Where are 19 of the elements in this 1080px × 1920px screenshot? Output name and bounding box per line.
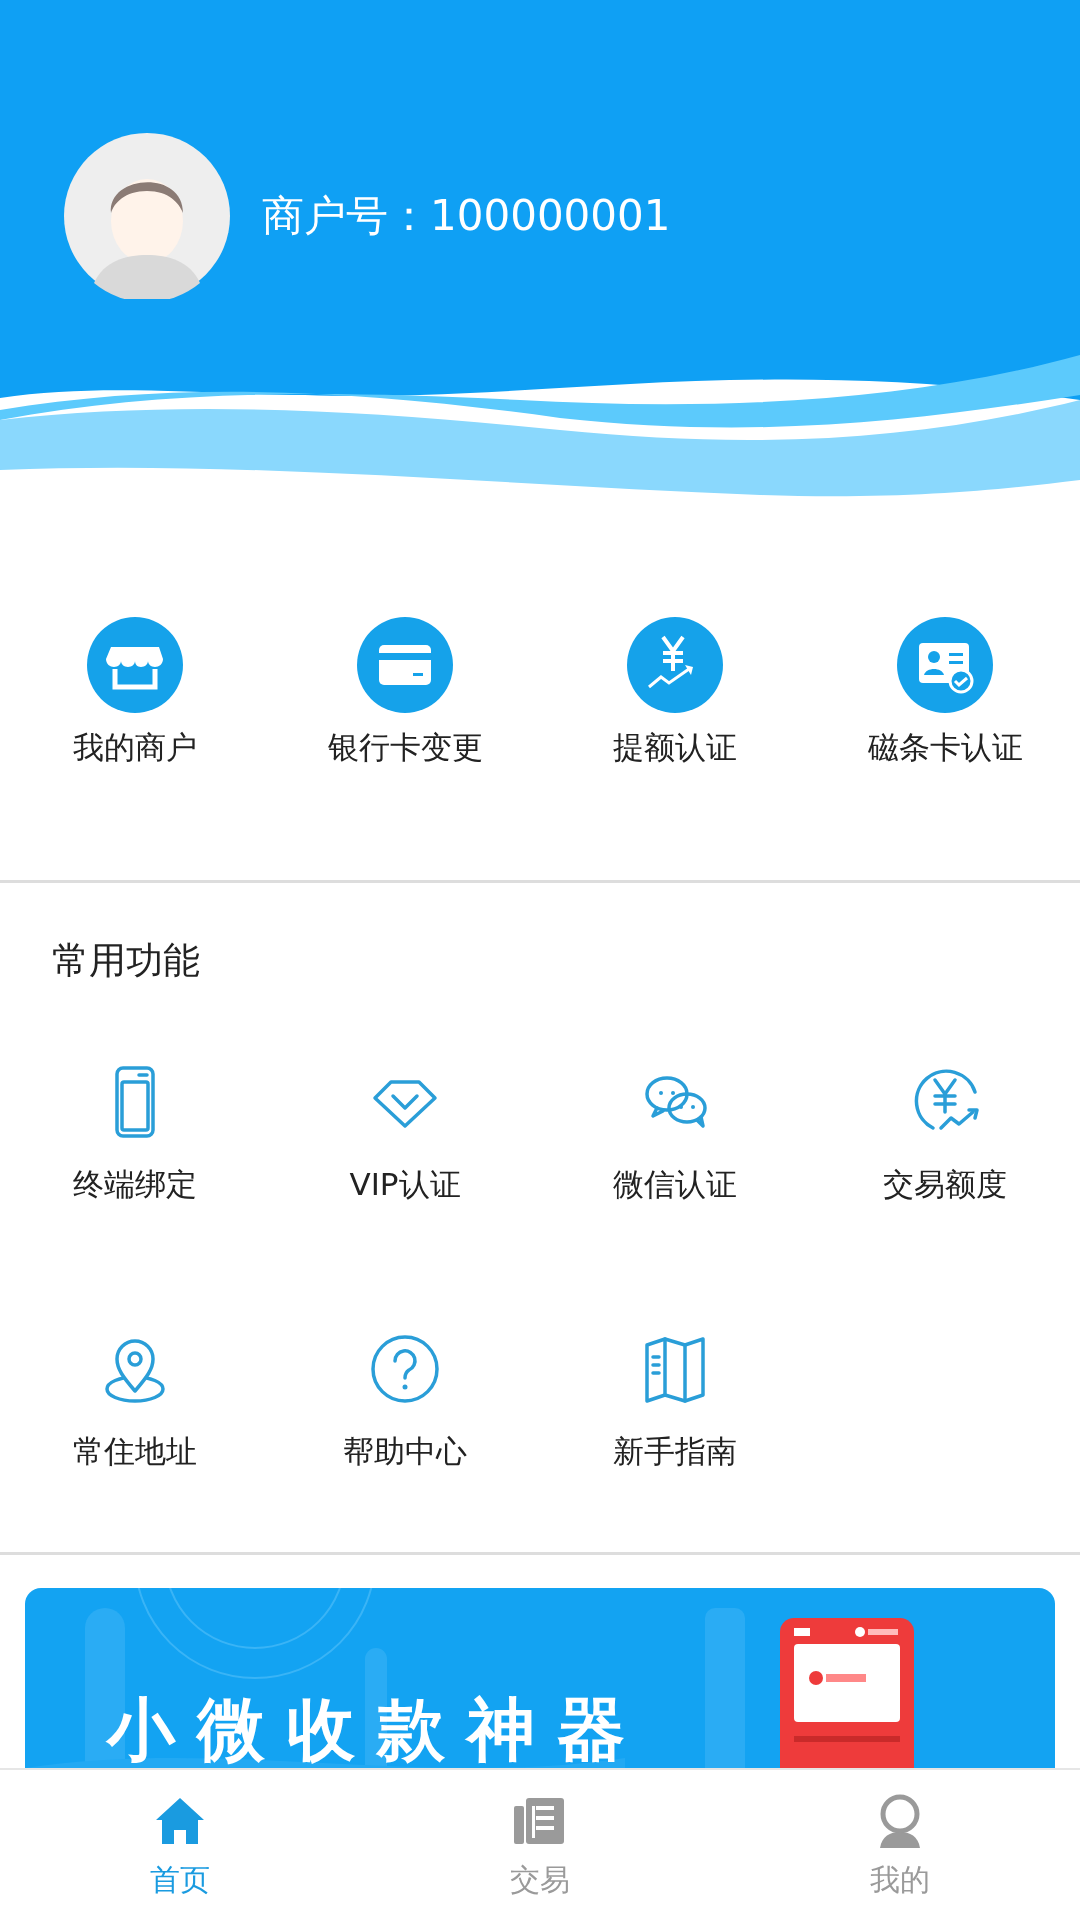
yen-chart-icon[interactable] xyxy=(627,617,723,713)
menu-label[interactable]: 银行卡变更 xyxy=(327,727,483,767)
menu-label[interactable]: 常住地址 xyxy=(73,1431,197,1471)
menu-label[interactable]: 我的商户 xyxy=(73,727,197,767)
menu-label[interactable]: VIP认证 xyxy=(349,1164,461,1204)
menu-label[interactable]: 磁条卡认证 xyxy=(867,727,1023,767)
banner-title: 小微收款神器 xyxy=(107,1690,647,1768)
menu-label[interactable]: 终端绑定 xyxy=(73,1164,197,1204)
menu-label[interactable]: 交易额度 xyxy=(883,1164,1007,1204)
menu-label[interactable]: 新手指南 xyxy=(613,1431,737,1471)
avatar-icon[interactable] xyxy=(64,133,230,299)
merchant-number: 商户号：100000001 xyxy=(262,190,671,242)
menu-label[interactable]: 提额认证 xyxy=(613,727,737,767)
menu-label[interactable]: 微信认证 xyxy=(613,1164,737,1204)
id-card-icon[interactable] xyxy=(897,617,993,713)
shop-icon[interactable] xyxy=(87,617,183,713)
menu-label[interactable]: 帮助中心 xyxy=(343,1431,467,1471)
card-icon[interactable] xyxy=(357,617,453,713)
section-title: 常用功能 xyxy=(52,939,200,982)
